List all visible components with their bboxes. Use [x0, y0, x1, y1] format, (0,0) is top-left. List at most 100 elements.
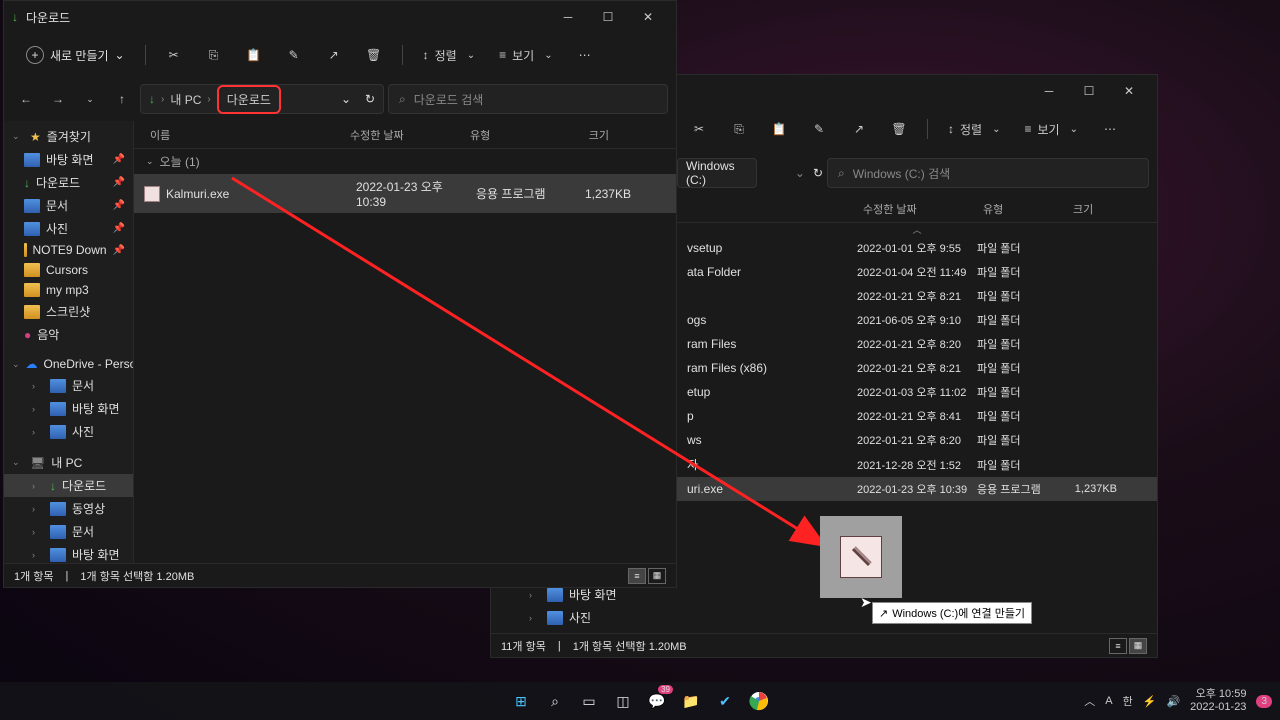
more-icon[interactable]: ⋯ [567, 37, 603, 73]
file-row[interactable]: ram Files2022-01-21 오후 8:20파일 폴더 [677, 332, 1157, 356]
refresh-icon[interactable]: ↻ [813, 166, 823, 180]
tray-network-icon[interactable]: ⚡ [1143, 695, 1157, 708]
copy-icon[interactable]: ⎘ [196, 37, 232, 73]
sidebar-thispc[interactable]: ⌄🖥내 PC [4, 451, 133, 474]
file-row[interactable]: vsetup2022-01-01 오후 9:55파일 폴더 [677, 236, 1157, 260]
sidebar-item-pc-docs[interactable]: ›문서 [4, 520, 133, 543]
sidebar-item-note9[interactable]: NOTE9 Down📌 [4, 240, 133, 260]
pin-icon: 📌 [113, 200, 125, 211]
col-size[interactable]: 크기 [557, 127, 617, 143]
view-button[interactable]: ≡ 보기⌄ [489, 37, 563, 73]
tray-chevron-icon[interactable]: ︿ [1084, 693, 1095, 709]
tray-language[interactable]: A [1105, 695, 1112, 707]
start-button[interactable]: ⊞ [507, 687, 535, 715]
refresh-icon[interactable]: ↻ [365, 92, 375, 106]
paste-icon[interactable]: 📋 [761, 111, 797, 147]
view-details-icon[interactable]: ≡ [628, 568, 646, 584]
rename-icon[interactable]: ✎ [276, 37, 312, 73]
notification-badge[interactable]: 3 [1256, 695, 1272, 708]
sidebar-item-mymp3[interactable]: my mp3 [4, 280, 133, 300]
widgets-icon[interactable]: ◫ [609, 687, 637, 715]
delete-icon[interactable]: 🗑 [356, 37, 392, 73]
close-button[interactable]: ✕ [628, 3, 668, 31]
sidebar-item-desktop[interactable]: 바탕 화면📌 [4, 148, 133, 171]
group-today[interactable]: ⌄오늘 (1) [134, 149, 676, 174]
crumb-downloads[interactable]: 다운로드 [217, 85, 281, 114]
taskview-icon[interactable]: ▭ [575, 687, 603, 715]
sidebar-item-cursors[interactable]: Cursors [4, 260, 133, 280]
new-button[interactable]: + 새로 만들기 ⌄ [16, 42, 135, 68]
col-date[interactable]: 수정한 날짜 [855, 201, 975, 217]
sidebar-item-pc-desktop[interactable]: ›바탕 화면 [4, 543, 133, 563]
search-input[interactable]: ⌕ 다운로드 검색 [388, 84, 668, 114]
minimize-button[interactable]: ─ [1029, 77, 1069, 105]
chevron-down-icon[interactable]: ⌄ [795, 166, 805, 180]
crumb-pc[interactable]: 내 PC [170, 91, 201, 108]
file-row[interactable]: 2022-01-21 오후 8:21파일 폴더 [677, 284, 1157, 308]
sidebar-item-downloads[interactable]: ↓다운로드📌 [4, 171, 133, 194]
sidebar-item-documents[interactable]: 문서📌 [4, 194, 133, 217]
explorer-icon[interactable]: 📁 [677, 687, 705, 715]
file-row[interactable]: ata Folder2022-01-04 오전 11:49파일 폴더 [677, 260, 1157, 284]
up-button[interactable]: ↑ [108, 85, 136, 113]
chat-icon[interactable]: 💬39 [643, 687, 671, 715]
sidebar-item-pictures[interactable]: ›사진 [501, 606, 1147, 629]
tray-ime-icon[interactable]: 한 [1123, 693, 1133, 709]
more-icon[interactable]: ⋯ [1092, 111, 1128, 147]
paste-icon[interactable]: 📋 [236, 37, 272, 73]
sort-button[interactable]: ↕ 정렬⌄ [938, 111, 1010, 147]
search-input[interactable]: ⌕ Windows (C:) 검색 [827, 158, 1149, 188]
col-type[interactable]: 유형 [462, 127, 557, 143]
file-row[interactable]: ogs2021-06-05 오후 9:10파일 폴더 [677, 308, 1157, 332]
forward-button[interactable]: → [44, 85, 72, 113]
copy-icon[interactable]: ⎘ [721, 111, 757, 147]
breadcrumb[interactable]: Windows (C:) [677, 158, 757, 188]
file-row[interactable]: uri.exe2022-01-23 오후 10:39응용 프로그램1,237KB [677, 477, 1157, 501]
cut-icon[interactable]: ✂ [681, 111, 717, 147]
sidebar-item-screenshot[interactable]: 스크린샷 [4, 300, 133, 323]
file-row[interactable]: ws2022-01-21 오후 8:20파일 폴더 [677, 428, 1157, 452]
sidebar-item-od-pics[interactable]: ›사진 [4, 420, 133, 443]
file-row[interactable]: 자2021-12-28 오전 1:52파일 폴더 [677, 452, 1157, 477]
rename-icon[interactable]: ✎ [801, 111, 837, 147]
sidebar-item-pictures[interactable]: 사진📌 [4, 217, 133, 240]
maximize-button[interactable]: ☐ [1069, 77, 1109, 105]
back-button[interactable]: ← [12, 85, 40, 113]
minimize-button[interactable]: ─ [548, 3, 588, 31]
view-button[interactable]: ≡ 보기⌄ [1014, 111, 1088, 147]
share-icon[interactable]: ↗ [841, 111, 877, 147]
sidebar-item-pc-videos[interactable]: ›동영상 [4, 497, 133, 520]
share-icon[interactable]: ↗ [316, 37, 352, 73]
chevron-down-icon[interactable]: ⌄ [341, 92, 351, 106]
close-button[interactable]: ✕ [1109, 77, 1149, 105]
view-large-icon[interactable]: ▦ [648, 568, 666, 584]
sidebar-favorites[interactable]: ⌄★즐겨찾기 [4, 125, 133, 148]
file-row[interactable]: ram Files (x86)2022-01-21 오후 8:21파일 폴더 [677, 356, 1157, 380]
cut-icon[interactable]: ✂ [156, 37, 192, 73]
breadcrumb[interactable]: ↓ › 내 PC › 다운로드 ⌄ ↻ [140, 84, 384, 114]
col-date[interactable]: 수정한 날짜 [342, 127, 462, 143]
col-size[interactable]: 크기 [1065, 201, 1125, 217]
tray-clock[interactable]: 오후 10:59 2022-01-23 [1190, 688, 1246, 714]
maximize-button[interactable]: ☐ [588, 3, 628, 31]
col-name[interactable]: 이름 [142, 127, 342, 143]
app-icon[interactable]: ✔ [711, 687, 739, 715]
file-row[interactable]: p2022-01-21 오후 8:41파일 폴더 [677, 404, 1157, 428]
sidebar-item-pc-downloads[interactable]: ›↓다운로드 [4, 474, 133, 497]
view-large-icon[interactable]: ▦ [1129, 638, 1147, 654]
crumb-windows-c[interactable]: Windows (C:) [686, 159, 748, 187]
view-details-icon[interactable]: ≡ [1109, 638, 1127, 654]
sidebar-onedrive[interactable]: ⌄☁OneDrive - Perso [4, 354, 133, 374]
file-row[interactable]: Kalmuri.exe 2022-01-23 오후 10:39 응용 프로그램 … [134, 174, 676, 213]
sort-button[interactable]: ↕ 정렬⌄ [413, 37, 485, 73]
sidebar-item-od-docs[interactable]: ›문서 [4, 374, 133, 397]
delete-icon[interactable]: 🗑 [881, 111, 917, 147]
sidebar-item-od-desktop[interactable]: ›바탕 화면 [4, 397, 133, 420]
tray-volume-icon[interactable]: 🔊 [1166, 695, 1180, 708]
chrome-icon[interactable] [745, 687, 773, 715]
col-type[interactable]: 유형 [975, 201, 1065, 217]
recent-button[interactable]: ⌄ [76, 85, 104, 113]
file-row[interactable]: etup2022-01-03 오후 11:02파일 폴더 [677, 380, 1157, 404]
sidebar-item-music[interactable]: ●음악 [4, 323, 133, 346]
search-icon[interactable]: ⌕ [541, 687, 569, 715]
